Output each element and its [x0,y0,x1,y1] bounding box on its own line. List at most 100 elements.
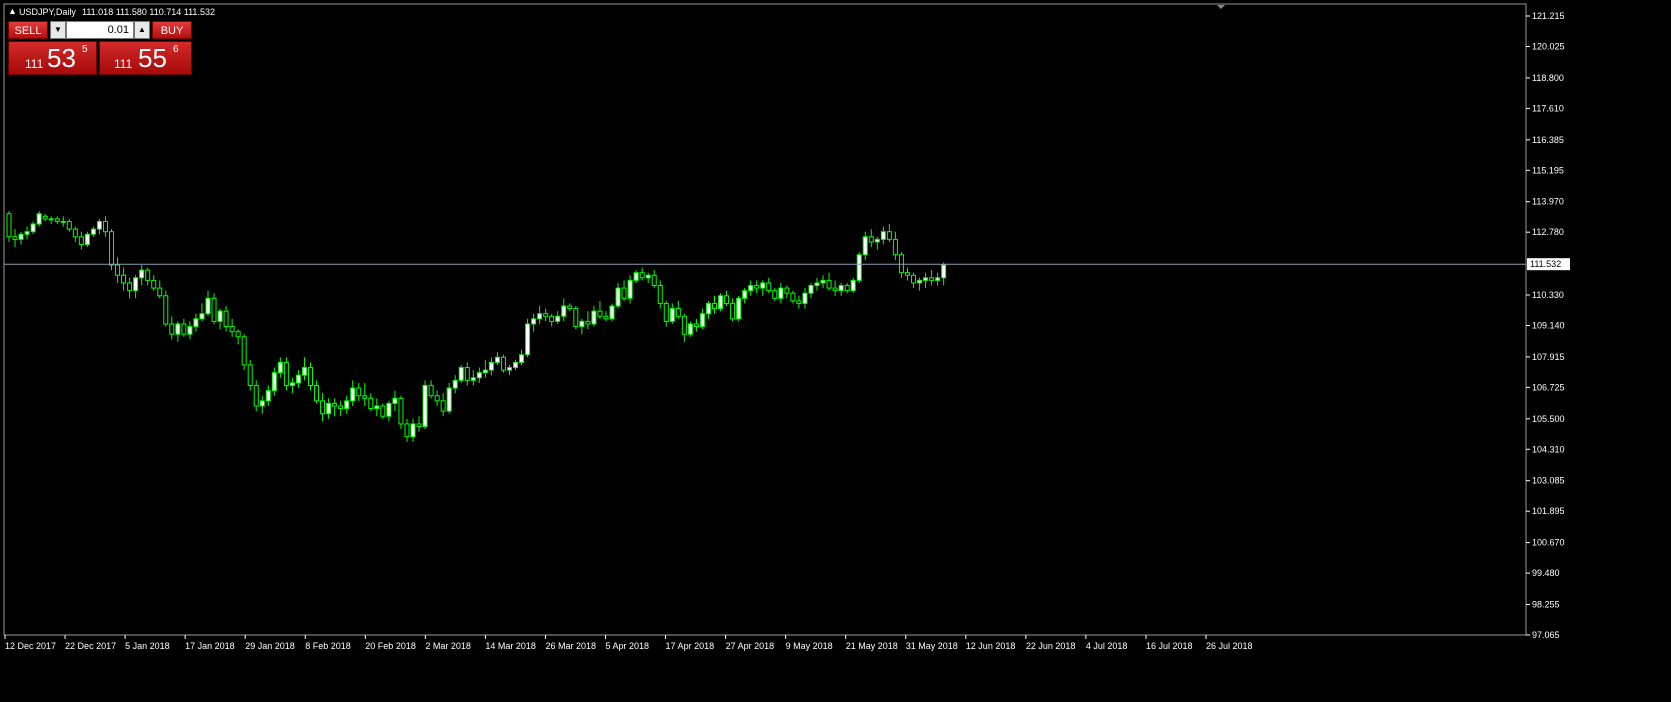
candle-body-bull [452,379,458,389]
sell-button[interactable]: SELL [8,21,48,39]
buy-price-button[interactable]: 111 55 6 [99,41,192,75]
buy-price-sup: 6 [173,44,179,55]
y-axis-tick-label: 104.310 [1532,444,1565,454]
candle-body-bull [814,282,820,287]
candle-body-bull [30,223,36,233]
candle-body-bear [102,220,108,233]
candle-body-bull [301,367,307,376]
candle-body-bull [217,310,223,322]
candle-body-bear [911,274,916,284]
candle-body-bear [573,308,579,328]
candle-body-bear [380,405,386,417]
candle-body-bull [838,285,844,292]
candle [36,211,42,227]
candle-body-bull [476,372,482,379]
candle-body-bear [754,285,760,289]
sell-price-button[interactable]: 111 53 5 [8,41,97,75]
candle-body-bull [519,354,525,363]
candle-body-bear [416,423,422,427]
x-axis-tick-label: 8 Feb 2018 [305,641,351,651]
candle [609,303,615,322]
candle-body-bull [856,254,862,281]
candle-body-bull [277,361,283,374]
lot-size-input[interactable]: 0.01 [66,21,134,39]
candle-body-bear [904,272,910,276]
candle-body-bull [84,233,90,246]
candle-body-bull [422,384,428,427]
candle-body-bull [609,305,615,320]
candle-body-bull [60,220,66,223]
candle-body-bear [78,236,84,246]
candle-body-bear [54,218,60,222]
candle [163,290,169,327]
buy-price-big: 55 [138,43,167,73]
candle-body-bull [736,297,742,320]
candle-body-bull [374,405,380,410]
candle-body-bull [862,236,868,256]
candle-body-bull [802,292,808,304]
candle-body-bear [115,264,121,276]
x-axis-tick-label: 12 Jun 2018 [966,641,1016,651]
candle-body-bull [205,297,211,315]
candle-body-bull [259,400,265,407]
candle-body-bull [687,323,693,335]
candle-body-bull [537,313,543,320]
candle-body-bear [712,302,718,310]
x-axis-tick-label: 2 Mar 2018 [425,641,471,651]
candle-body-bull [18,233,24,240]
candle-body-bull [645,274,651,279]
candle-body-bull [488,361,494,371]
lot-increase-button[interactable]: ▲ [134,21,150,39]
candle-body-bear [404,423,410,438]
candle-body-bear [338,405,344,410]
candle-body-bear [181,323,187,335]
candle-body-bear [597,310,603,317]
x-axis-tick-label: 16 Jul 2018 [1146,641,1193,651]
candle-body-bear [772,290,778,299]
y-axis-tick-label: 120.025 [1532,42,1565,52]
candle-body-bull [289,382,295,386]
candle [398,395,404,430]
candle-body-bear [121,274,127,284]
candle-body-bull [748,285,754,292]
candle-body-bear [886,231,892,240]
candle-body-bull [36,213,42,225]
candle-body-bull [446,387,452,412]
chart-canvas[interactable]: 121.215 120.025 118.800 117.610 116.385 115.1… [0,0,1671,702]
y-axis-tick-label: 101.895 [1532,506,1565,516]
x-axis-tick-label: 4 Jul 2018 [1086,641,1128,651]
candle-body-bear [6,213,12,238]
candle-body-bull [506,367,512,371]
candle-body-bull [265,390,271,402]
x-axis-tick-label: 22 Dec 2017 [65,641,116,651]
candle-body-bull [935,277,941,281]
candle-body-bear [500,356,506,371]
candle-body-bear [362,395,368,399]
x-axis-tick-label: 14 Mar 2018 [485,641,536,651]
x-axis-tick-label: 29 Jan 2018 [245,641,295,651]
candle [573,306,579,330]
candle-body-bear [12,236,18,240]
y-axis-tick-label: 115.195 [1532,165,1564,175]
candle-body-bull [344,400,350,410]
candle-body-bull [410,423,416,438]
candle-body-bear [868,236,874,243]
lot-decrease-button[interactable]: ▼ [50,21,66,39]
candle-body-bear [72,228,78,238]
candle [458,364,464,383]
candle [500,354,506,373]
candle-body-bull [531,318,537,325]
candle-body-bull [627,279,633,299]
candle-body-bull [326,402,332,415]
candle-body-bear [163,295,169,325]
candle-body-bull [699,313,705,328]
symbol-label: USDJPY,Daily [19,7,76,17]
x-axis-tick-label: 17 Jan 2018 [185,641,235,651]
window-arrow-icon[interactable]: ▲ [8,6,17,16]
y-axis-tick-label: 106.725 [1532,382,1565,392]
candle-body-bear [229,326,235,333]
candle-body-bull [808,285,814,294]
candle [422,380,428,430]
buy-button[interactable]: BUY [152,21,192,39]
candle-body-bull [850,279,856,292]
